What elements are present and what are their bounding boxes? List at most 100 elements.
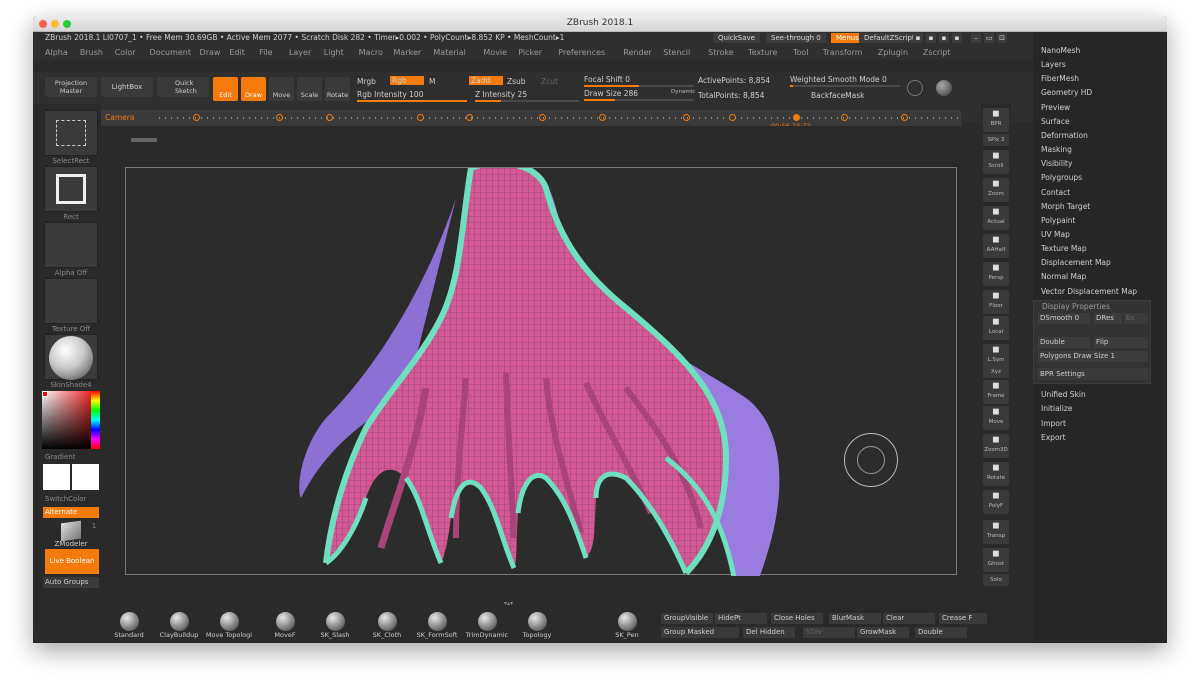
- bottom-clear-button[interactable]: Clear: [883, 613, 935, 624]
- alpha-button[interactable]: [44, 222, 98, 268]
- rotation-gizmo-outer[interactable]: [844, 433, 898, 487]
- shelf-bpr-button[interactable]: ◼ BPR: [983, 108, 1009, 132]
- projection-master-button[interactable]: Projection Master: [45, 77, 97, 97]
- material-sphere-icon[interactable]: [936, 80, 952, 96]
- shelf-zoom-button[interactable]: ◼ Zoom: [983, 178, 1009, 202]
- double-button[interactable]: Double: [1038, 337, 1090, 348]
- subpalette-geometry-hd[interactable]: Geometry HD: [1041, 88, 1092, 97]
- menu-tool[interactable]: Tool: [793, 48, 809, 57]
- shelf-xyz-button[interactable]: Xyz: [983, 366, 1009, 378]
- main-color-swatch[interactable]: [43, 464, 70, 490]
- minimize-icon[interactable]: –: [971, 33, 981, 43]
- brush-sk-cloth[interactable]: SK_Cloth: [363, 610, 411, 642]
- menu-material[interactable]: Material: [433, 48, 466, 57]
- rgb-intensity-track[interactable]: [357, 100, 467, 102]
- shelf-scroll-button[interactable]: ◼ Scroll: [983, 150, 1009, 174]
- secondary-color-swatch[interactable]: [72, 464, 99, 490]
- timeline-keyframe[interactable]: [901, 114, 908, 121]
- default-zscript-button[interactable]: DefaultZScript: [859, 33, 920, 43]
- bpr-settings-button[interactable]: BPR Settings: [1038, 368, 1148, 380]
- menu-alpha[interactable]: Alpha: [45, 48, 68, 57]
- zadd-button[interactable]: Zadd: [469, 76, 503, 85]
- material-button[interactable]: [44, 334, 98, 380]
- layout-icon-2[interactable]: ▪: [926, 33, 936, 43]
- shelf-floor-button[interactable]: ◼ Floor: [983, 290, 1009, 314]
- shelf-actual-button[interactable]: ◼ Actual: [983, 206, 1009, 230]
- focal-shift-track[interactable]: [584, 85, 694, 87]
- timeline-keyframe[interactable]: [417, 114, 424, 121]
- subpalette-texture-map[interactable]: Texture Map: [1041, 244, 1087, 253]
- brush-sk-pen[interactable]: SK_Pen: [603, 610, 651, 642]
- subpalette-export[interactable]: Export: [1041, 433, 1066, 442]
- timeline-keyframe[interactable]: [599, 114, 606, 121]
- menu-zplugin[interactable]: Zplugin: [878, 48, 908, 57]
- draw-button[interactable]: Draw: [241, 77, 266, 101]
- subpalette-normal-map[interactable]: Normal Map: [1041, 272, 1086, 281]
- bottom-group-masked-button[interactable]: Group Masked: [661, 627, 739, 638]
- timeline-keyframe[interactable]: [276, 114, 283, 121]
- menu-render[interactable]: Render: [623, 48, 651, 57]
- subpalette-visibility[interactable]: Visibility: [1041, 159, 1072, 168]
- switch-color-button[interactable]: SwitchColor: [45, 495, 99, 503]
- timeline-keyframe[interactable]: [466, 114, 473, 121]
- subpalette-layers[interactable]: Layers: [1041, 60, 1066, 69]
- alternate-button[interactable]: Alternate: [43, 507, 99, 518]
- zcut-button[interactable]: Zcut: [541, 77, 558, 86]
- menu-brush[interactable]: Brush: [80, 48, 103, 57]
- subpalette-nanomesh[interactable]: NanoMesh: [1041, 46, 1080, 55]
- timeline-keyframe[interactable]: [729, 114, 736, 121]
- subpalette-surface[interactable]: Surface: [1041, 117, 1070, 126]
- see-through-slider[interactable]: See-through 0: [766, 33, 826, 43]
- menu-color[interactable]: Color: [115, 48, 136, 57]
- dres-slider[interactable]: DRes: [1094, 313, 1122, 324]
- subpalette-import[interactable]: Import: [1041, 419, 1066, 428]
- restore-icon[interactable]: ▭: [984, 33, 994, 43]
- brush-claybuildup[interactable]: ClayBuildup: [155, 610, 203, 642]
- m-button[interactable]: M: [429, 77, 435, 86]
- shelf-move-button[interactable]: ◼ Move: [983, 406, 1009, 430]
- bottom-hidept-button[interactable]: HidePt: [715, 613, 767, 624]
- auto-groups-button[interactable]: Auto Groups: [43, 577, 99, 588]
- menu-texture[interactable]: Texture: [748, 48, 777, 57]
- live-boolean-button[interactable]: Live Boolean: [45, 549, 99, 574]
- menu-document[interactable]: Document: [150, 48, 191, 57]
- shelf-ghost-button[interactable]: ◼ Ghost: [983, 548, 1009, 572]
- expand-shelf-icon[interactable]: ▾▴▾: [504, 600, 513, 607]
- z-intensity-track[interactable]: [475, 100, 579, 102]
- bottom-growmask-button[interactable]: GrowMask: [857, 627, 909, 638]
- shelf-frame-button[interactable]: ◼ Frame: [983, 380, 1009, 404]
- subpalette-displacement-map[interactable]: Displacement Map: [1041, 258, 1111, 267]
- ex-slider[interactable]: Ex: [1124, 313, 1148, 324]
- rect-button[interactable]: [44, 166, 98, 212]
- subpalette-initialize[interactable]: Initialize: [1041, 404, 1072, 413]
- texture-button[interactable]: [44, 278, 98, 324]
- bottom-close-holes-button[interactable]: Close Holes: [771, 613, 823, 624]
- shelf-spix-3-button[interactable]: SPix 3: [983, 134, 1009, 146]
- layout-icon-3[interactable]: ▪: [939, 33, 949, 43]
- draw-size-slider[interactable]: Draw Size 286: [584, 89, 638, 98]
- zmodeler-brush-icon[interactable]: [61, 520, 81, 542]
- subpalette-polygroups[interactable]: Polygroups: [1041, 173, 1082, 182]
- menu-stroke[interactable]: Stroke: [708, 48, 734, 57]
- brush-movef[interactable]: MoveF: [261, 610, 309, 642]
- lightbox-button[interactable]: LightBox: [101, 77, 153, 97]
- subpalette-polypaint[interactable]: Polypaint: [1041, 216, 1076, 225]
- draw-size-track[interactable]: [584, 99, 694, 101]
- bottom-blurmask-button[interactable]: BlurMask: [829, 613, 881, 624]
- menu-edit[interactable]: Edit: [229, 48, 245, 57]
- timeline-keyframe[interactable]: [539, 114, 546, 121]
- z-intensity-slider[interactable]: Z Intensity 25: [475, 90, 527, 99]
- quicksave-button[interactable]: QuickSave: [713, 33, 760, 43]
- materials-icon[interactable]: [907, 80, 923, 96]
- shelf-aahalf-button[interactable]: ◼ AAHalf: [983, 234, 1009, 258]
- shelf-local-button[interactable]: ◼ Local: [983, 316, 1009, 340]
- timeline-keyframe[interactable]: [193, 114, 200, 121]
- menu-file[interactable]: File: [259, 48, 272, 57]
- dsmooth-slider[interactable]: DSmooth 0: [1038, 313, 1090, 324]
- shelf-solo-button[interactable]: Solo: [983, 574, 1009, 586]
- focal-shift-slider[interactable]: Focal Shift 0: [584, 75, 630, 84]
- shelf-rotate-button[interactable]: ◼ Rotate: [983, 462, 1009, 486]
- timeline[interactable]: Camera 00:56:23:72: [101, 110, 961, 130]
- subpalette-deformation[interactable]: Deformation: [1041, 131, 1088, 140]
- subpalette-morph-target[interactable]: Morph Target: [1041, 202, 1090, 211]
